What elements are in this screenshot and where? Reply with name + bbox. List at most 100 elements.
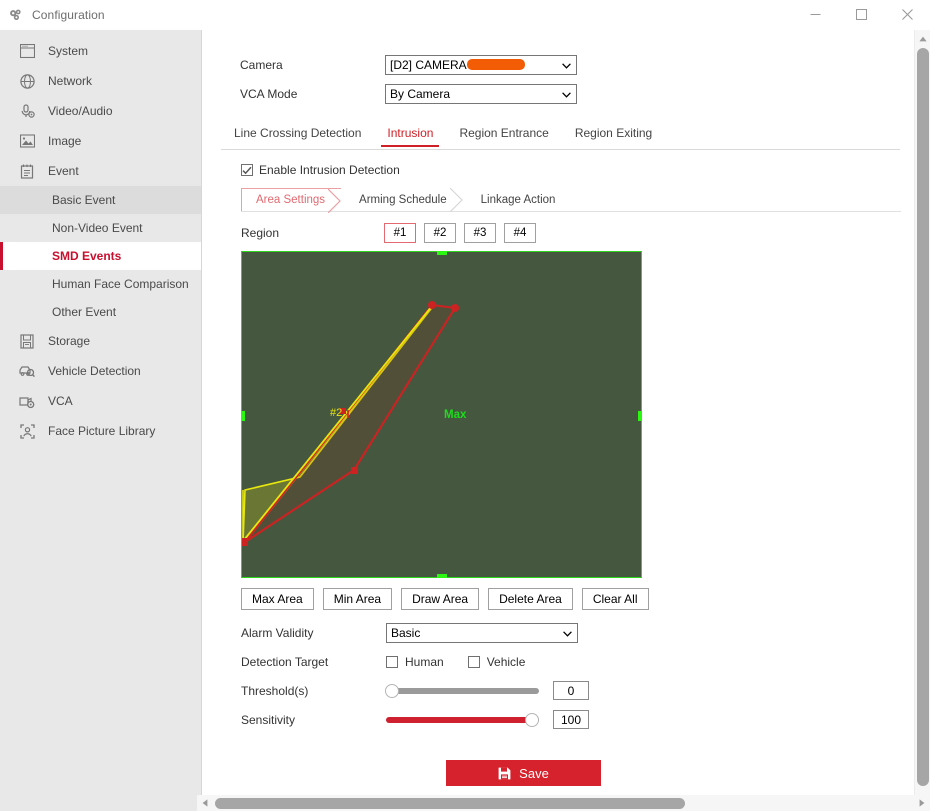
target-human-checkbox[interactable] [386, 656, 398, 668]
resize-handle-left-middle[interactable] [241, 411, 245, 421]
area-action-buttons: Max Area Min Area Draw Area Delete Area … [241, 588, 914, 610]
button-label: Min Area [334, 592, 381, 606]
tab-region-exiting[interactable]: Region Exiting [562, 122, 665, 146]
sensitivity-slider-knob[interactable] [525, 713, 539, 727]
sidebar-item-label: System [48, 44, 88, 58]
sidebar-item-video-audio[interactable]: Video/Audio [0, 96, 201, 126]
target-vehicle-option[interactable]: Vehicle [468, 655, 526, 669]
delete-area-button[interactable]: Delete Area [488, 588, 573, 610]
window-icon [18, 42, 36, 60]
minimize-button[interactable] [792, 0, 838, 30]
sidebar-item-system[interactable]: System [0, 36, 201, 66]
sensitivity-value: 100 [561, 713, 581, 727]
sensitivity-value-box[interactable]: 100 [553, 710, 589, 729]
tab-line-crossing-detection[interactable]: Line Crossing Detection [221, 122, 374, 146]
region-number-label: #2 [330, 407, 342, 419]
sidebar-item-network[interactable]: Network [0, 66, 201, 96]
detection-target-row: Detection Target Human Vehicle [241, 647, 914, 676]
step-area-settings[interactable]: Area Settings [241, 188, 341, 211]
resize-handle-top-center[interactable] [437, 251, 447, 255]
max-area-button[interactable]: Max Area [241, 588, 314, 610]
sensitivity-slider[interactable] [386, 712, 539, 728]
region-row: Region #1 #2 #3 #4 [241, 223, 914, 243]
close-button[interactable] [884, 0, 930, 30]
target-vehicle-label: Vehicle [487, 655, 526, 669]
red-region-polygon [245, 305, 455, 542]
vertical-scrollbar-thumb[interactable] [917, 48, 929, 786]
maximize-button[interactable] [838, 0, 884, 30]
enable-intrusion-label: Enable Intrusion Detection [259, 163, 400, 177]
main-content: Camera [D2] CAMERA VCA Mode By Camera Li… [203, 30, 914, 795]
sidebar-item-human-face-comparison[interactable]: Human Face Comparison [0, 270, 201, 298]
sidebar-item-image[interactable]: Image [0, 126, 201, 156]
threshold-label: Threshold(s) [241, 684, 386, 698]
min-area-button[interactable]: Min Area [323, 588, 392, 610]
horizontal-scrollbar-thumb[interactable] [215, 798, 685, 809]
resize-handle-right-middle[interactable] [638, 411, 642, 421]
target-human-label: Human [405, 655, 444, 669]
threshold-slider-knob[interactable] [385, 684, 399, 698]
sidebar-item-label: Human Face Comparison [52, 277, 189, 291]
horizontal-scrollbar[interactable] [197, 795, 930, 811]
clipboard-icon [18, 162, 36, 180]
button-label: Clear All [593, 592, 638, 606]
vca-mode-label: VCA Mode [240, 87, 385, 101]
sensitivity-label: Sensitivity [241, 713, 386, 727]
enable-intrusion-checkbox[interactable] [241, 164, 253, 176]
tab-intrusion[interactable]: Intrusion [374, 122, 446, 146]
sidebar-item-storage[interactable]: Storage [0, 326, 201, 356]
scroll-right-arrow-icon[interactable] [914, 795, 930, 811]
save-disk-icon [18, 332, 36, 350]
sensitivity-row: Sensitivity 100 [241, 705, 914, 734]
vca-mode-row: VCA Mode By Camera [240, 79, 914, 108]
alarm-validity-select[interactable]: Basic [386, 623, 578, 643]
threshold-value-box[interactable]: 0 [553, 681, 589, 700]
region-label: Region [241, 226, 384, 240]
region-button-1[interactable]: #1 [384, 223, 416, 243]
red-vertex-handle [351, 467, 358, 474]
target-human-option[interactable]: Human [386, 655, 444, 669]
vertical-scrollbar[interactable] [914, 30, 930, 811]
sidebar-item-face-picture-library[interactable]: Face Picture Library [0, 416, 201, 446]
sidebar-item-smd-events[interactable]: SMD Events [0, 242, 201, 270]
enable-intrusion-row[interactable]: Enable Intrusion Detection [241, 163, 914, 177]
camera-row: Camera [D2] CAMERA [240, 50, 914, 79]
target-vehicle-checkbox[interactable] [468, 656, 480, 668]
sidebar-item-event[interactable]: Event [0, 156, 201, 186]
region-button-label: #4 [514, 227, 527, 239]
clear-all-button[interactable]: Clear All [582, 588, 649, 610]
sidebar-item-label: Event [48, 164, 79, 178]
window-titlebar: Configuration [0, 0, 930, 30]
draw-area-button[interactable]: Draw Area [401, 588, 479, 610]
region-button-4[interactable]: #4 [504, 223, 536, 243]
region-button-3[interactable]: #3 [464, 223, 496, 243]
scroll-left-arrow-icon[interactable] [197, 795, 213, 811]
sidebar-item-non-video-event[interactable]: Non-Video Event [0, 214, 201, 242]
tab-label: Intrusion [387, 126, 433, 140]
save-button[interactable]: Save [446, 760, 601, 786]
vca-mode-select[interactable]: By Camera [385, 84, 577, 104]
resize-handle-bottom-center[interactable] [437, 574, 447, 578]
picture-icon [18, 132, 36, 150]
detection-target-label: Detection Target [241, 655, 386, 669]
step-arming-schedule[interactable]: Arming Schedule [341, 188, 463, 211]
detection-tabs: Line Crossing Detection Intrusion Region… [221, 122, 900, 150]
vca-mode-select-value: By Camera [390, 85, 450, 103]
video-preview-canvas[interactable]: #2 Max [241, 251, 642, 578]
tab-label: Region Exiting [575, 126, 652, 140]
sidebar-item-label: Basic Event [52, 193, 115, 207]
camera-select-value: [D2] CAMERA [390, 56, 467, 74]
sidebar-item-other-event[interactable]: Other Event [0, 298, 201, 326]
sidebar-item-vehicle-detection[interactable]: Vehicle Detection [0, 356, 201, 386]
camera-select[interactable]: [D2] CAMERA [385, 55, 577, 75]
save-button-label: Save [519, 766, 549, 781]
configuration-window: Configuration System Network [0, 0, 930, 811]
region-button-2[interactable]: #2 [424, 223, 456, 243]
threshold-slider[interactable] [386, 683, 539, 699]
scroll-up-arrow-icon[interactable] [915, 30, 930, 47]
sidebar-item-basic-event[interactable]: Basic Event [0, 186, 201, 214]
button-label: Max Area [252, 592, 303, 606]
step-linkage-action[interactable]: Linkage Action [463, 188, 572, 211]
tab-region-entrance[interactable]: Region Entrance [446, 122, 561, 146]
sidebar-item-vca[interactable]: VCA [0, 386, 201, 416]
